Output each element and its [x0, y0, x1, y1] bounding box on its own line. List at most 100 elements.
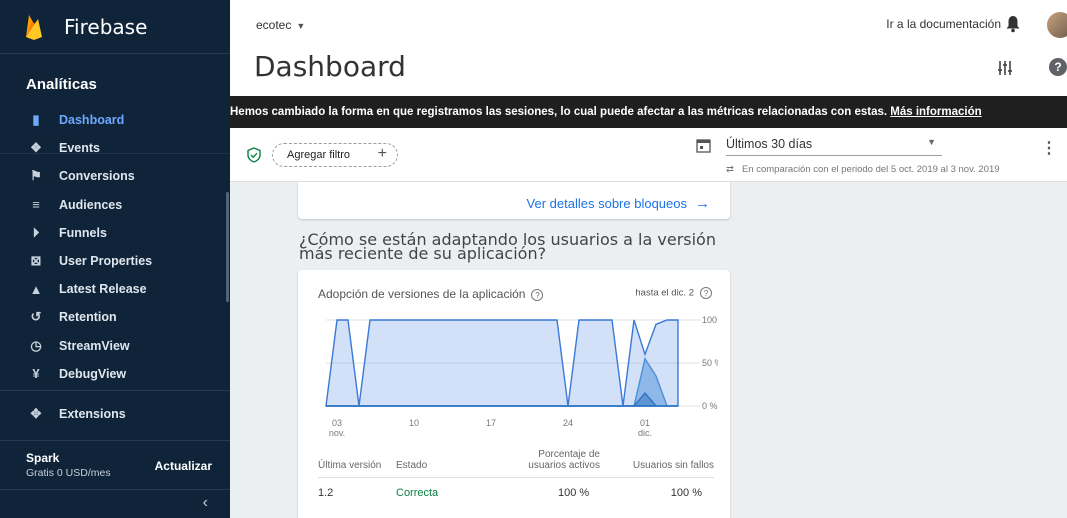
sidebar-item-streamview[interactable]: ◷ StreamView: [0, 332, 230, 360]
chevron-down-icon: ▼: [296, 21, 306, 31]
comparison-label: En comparación con el periodo del 5 oct.…: [741, 164, 1000, 175]
compare-arrows-icon: ⇄: [726, 164, 734, 175]
sidebar-item-label: Audiences: [59, 197, 123, 212]
x-tick-label: 10: [409, 418, 419, 428]
active-users-cell: 100 %: [558, 487, 590, 499]
sidebar-item-label: Retention: [59, 310, 117, 325]
sidebar-item-label: DebugView: [59, 366, 127, 381]
sidebar-nav: ▮ Dashboard ❖ Events ⚑ Conversions ≡ Audiences ⏵…: [0, 106, 230, 388]
x-tick-sublabel: dic.: [638, 428, 652, 438]
brand-name: Firebase: [64, 14, 148, 39]
sidebar-item-latest-release[interactable]: ▲ Latest Release: [0, 275, 230, 303]
y-tick-label: 100 %: [702, 315, 718, 325]
block-details-link[interactable]: Ver detalles sobre bloqueos →: [527, 195, 710, 212]
more-options-icon[interactable]: ⋮: [1041, 138, 1057, 158]
date-range-select[interactable]: Últimos 30 días ▼: [726, 137, 942, 156]
retention-icon: ↺: [30, 309, 42, 325]
sidebar-item-label: Extensions: [59, 407, 126, 422]
help-circle-icon[interactable]: ?: [700, 287, 712, 299]
page-title: Dashboard: [254, 50, 406, 83]
firebase-logo-icon: [26, 14, 42, 40]
x-tick-label: 17: [486, 418, 496, 428]
help-circle-icon[interactable]: ?: [531, 288, 544, 301]
header: ecotec ▼ Ir a la documentación Dashboard …: [230, 0, 1067, 96]
arrow-right-icon: →: [695, 195, 710, 212]
sidebar-item-events[interactable]: ❖ Events: [0, 134, 230, 162]
sidebar-item-label: User Properties: [59, 254, 153, 269]
project-selector[interactable]: ecotec ▼: [256, 18, 305, 32]
table-row[interactable]: 1.2 Correcta 100 % 100 %: [318, 478, 714, 504]
brand[interactable]: Firebase: [0, 0, 230, 54]
bar-chart-icon: ▮: [32, 112, 40, 128]
y-tick-label: 50 %: [702, 358, 718, 368]
plus-icon: +: [377, 145, 387, 162]
filter-bar: Agregar filtro + Últimos 30 días ▼ ⇄ En c…: [230, 128, 1067, 182]
sidebar-item-label: Events: [59, 141, 100, 156]
sidebar-item-label: Latest Release: [59, 282, 147, 297]
until-label: hasta el dic. 2?: [635, 287, 712, 299]
calendar-icon: [696, 139, 711, 153]
sidebar-item-retention[interactable]: ↺ Retention: [0, 303, 230, 331]
section-question: ¿Cómo se están adaptando los usuarios a …: [299, 230, 716, 263]
extensions-icon: ✥: [30, 406, 42, 422]
sidebar-item-label: Funnels: [59, 225, 107, 240]
docs-link[interactable]: Ir a la documentación: [886, 17, 1001, 31]
versions-table: Última versión Estado Porcentaje de usua…: [318, 446, 714, 504]
sidebar-item-conversions[interactable]: ⚑ Conversions: [0, 162, 230, 190]
until-text: hasta el dic. 2: [635, 287, 694, 299]
plan-panel: Spark Gratis 0 USD/mes Actualizar: [0, 440, 230, 490]
clock-icon: ◷: [30, 337, 42, 353]
user-properties-icon: ⊠: [30, 253, 42, 269]
sidebar-item-audiences[interactable]: ≡ Audiences: [0, 191, 230, 219]
events-icon: ❖: [30, 140, 42, 156]
chevron-down-icon: ▼: [927, 137, 936, 147]
upgrade-button[interactable]: Actualizar: [155, 459, 212, 473]
comparison-text: ⇄ En comparación con el periodo del 5 oct…: [726, 164, 1000, 175]
date-range-value: Últimos 30 días: [726, 137, 813, 151]
banner-text: Hemos cambiado la forma en que registram…: [230, 106, 891, 118]
flag-icon: ⚑: [30, 168, 42, 184]
funnel-icon: ⏵: [32, 224, 40, 240]
more-info-link[interactable]: Más información: [890, 106, 981, 118]
y-tick-label: 0 %: [702, 401, 718, 411]
avatar[interactable]: [1047, 12, 1067, 38]
sidebar-item-label: Dashboard: [59, 113, 125, 128]
status-cell: Correcta: [396, 487, 439, 499]
sidebar-scrollbar[interactable]: [226, 192, 229, 302]
add-filter-label: Agregar filtro: [287, 149, 350, 161]
blocks-card: Ver detalles sobre bloqueos →: [298, 182, 730, 219]
card-title: Adopción de versiones de la aplicación?: [318, 287, 544, 301]
latest-release-icon: ▲: [29, 281, 43, 297]
x-tick-label: 01: [640, 418, 650, 428]
sidebar: Firebase Analíticas ▮ Dashboard ❖ Events ⚑ Co…: [0, 0, 230, 518]
column-header: Última versión: [318, 460, 382, 471]
audiences-icon: ≡: [32, 197, 40, 213]
x-tick-label: 24: [563, 418, 573, 428]
add-filter-button[interactable]: Agregar filtro +: [272, 143, 398, 167]
block-details-label: Ver detalles sobre bloqueos: [526, 196, 687, 211]
tune-icon[interactable]: [997, 60, 1013, 76]
sidebar-item-extensions[interactable]: ✥ Extensions: [0, 400, 230, 428]
column-header: Estado: [396, 460, 428, 471]
adoption-card: Adopción de versiones de la aplicación? …: [298, 270, 730, 518]
shield-check-icon: [247, 147, 261, 163]
collapse-sidebar-icon[interactable]: ‹: [203, 494, 208, 512]
sidebar-item-debugview[interactable]: ¥ DebugView: [0, 360, 230, 388]
sidebar-item-label: StreamView: [59, 338, 130, 353]
sidebar-item-label: Conversions: [59, 169, 135, 184]
x-tick-label: 03: [332, 418, 342, 428]
sidebar-item-dashboard[interactable]: ▮ Dashboard: [0, 106, 230, 134]
divider: [0, 390, 230, 391]
help-icon[interactable]: ?: [1049, 58, 1067, 76]
crash-free-cell: 100 %: [670, 487, 702, 499]
sessions-banner: Hemos cambiado la forma en que registram…: [230, 96, 1067, 128]
sidebar-item-user-properties[interactable]: ⊠ User Properties: [0, 247, 230, 275]
version-cell: 1.2: [318, 487, 334, 499]
x-tick-sublabel: nov.: [329, 428, 345, 438]
debug-icon: ¥: [32, 366, 40, 382]
sidebar-item-funnels[interactable]: ⏵ Funnels: [0, 219, 230, 247]
card-title-text: Adopción de versiones de la aplicación: [318, 287, 526, 301]
adoption-chart: 100 % 50 % 0 % 03nov. 10 17 24 01dic.: [325, 315, 718, 438]
bell-icon[interactable]: [1005, 15, 1021, 33]
column-header: Porcentaje de usuarios activos: [528, 449, 600, 471]
